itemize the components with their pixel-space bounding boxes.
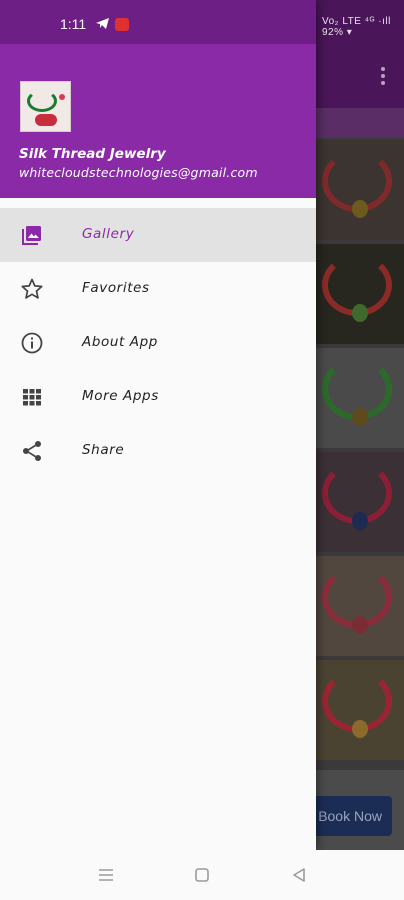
recents-icon[interactable] — [97, 866, 115, 884]
drawer-header: Silk Thread Jewelry whitecloudstechnolog… — [0, 44, 316, 198]
drawer-item-label: More Apps — [82, 388, 159, 404]
gallery-icon — [22, 226, 41, 245]
book-now-button[interactable]: Book Now — [310, 796, 392, 836]
telegram-icon — [96, 18, 109, 29]
gallery-thumbnail[interactable] — [316, 140, 404, 240]
info-icon — [21, 332, 43, 354]
background-gallery — [316, 140, 404, 764]
gallery-thumbnail[interactable] — [316, 660, 404, 760]
drawer-item-label: Gallery — [82, 226, 135, 242]
drawer-item-label: Favorites — [82, 280, 150, 296]
background-tab-strip — [316, 108, 404, 138]
gallery-thumbnail[interactable] — [316, 244, 404, 344]
status-time: 1:11 — [60, 16, 87, 32]
gallery-thumbnail[interactable] — [316, 452, 404, 552]
status-bar: 1:11 Vo₂ LTE ⁴ᴳ ·ıll 92% ▾ — [0, 0, 404, 44]
notification-app-icon — [115, 18, 129, 31]
drawer-item-share[interactable]: Share — [0, 424, 316, 478]
navigation-drawer: Silk Thread Jewelry whitecloudstechnolog… — [0, 0, 316, 850]
contact-email[interactable]: whitecloudstechnologies@gmail.com — [19, 165, 258, 180]
system-nav-bar — [0, 850, 404, 900]
back-icon[interactable] — [290, 866, 308, 884]
drawer-item-favorites[interactable]: Favorites — [0, 262, 316, 316]
status-indicators: Vo₂ LTE ⁴ᴳ ·ıll 92% ▾ — [322, 16, 391, 38]
drawer-item-more-apps[interactable]: More Apps — [0, 370, 316, 424]
drawer-item-label: Share — [82, 442, 125, 458]
grid-icon — [23, 389, 41, 406]
home-icon[interactable] — [193, 866, 211, 884]
star-icon — [21, 278, 43, 299]
app-logo — [20, 81, 71, 132]
share-icon — [23, 441, 41, 461]
gallery-thumbnail[interactable] — [316, 348, 404, 448]
gallery-thumbnail[interactable] — [316, 556, 404, 656]
app-name: Silk Thread Jewelry — [19, 146, 166, 162]
drawer-item-label: About App — [82, 334, 158, 350]
drawer-menu: Gallery Favorites About App More Apps Sh… — [0, 208, 316, 478]
overflow-menu-icon[interactable] — [381, 67, 385, 88]
drawer-item-about-app[interactable]: About App — [0, 316, 316, 370]
drawer-item-gallery[interactable]: Gallery — [0, 208, 316, 262]
